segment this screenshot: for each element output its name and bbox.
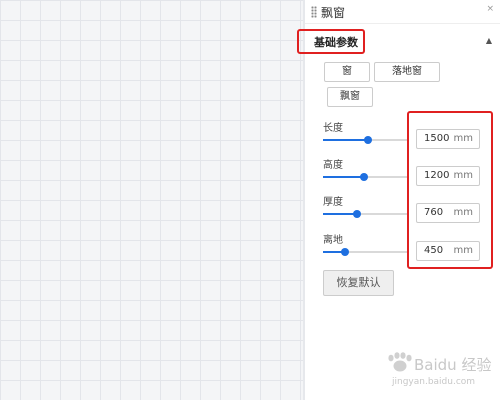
slider-fill <box>323 213 357 215</box>
thickness-unit: mm <box>453 207 473 218</box>
window-type-button-floor-window[interactable]: 落地窗 <box>374 62 440 82</box>
close-icon[interactable]: × <box>486 4 494 14</box>
paw-logo-icon <box>388 352 412 372</box>
caret-up-icon[interactable]: ▲ <box>486 36 492 45</box>
slider-thumb[interactable] <box>364 136 372 144</box>
watermark-text: Baidu 经验 <box>414 356 492 374</box>
window-type-button-window[interactable]: 窗 <box>324 62 370 82</box>
ground-clearance-input[interactable]: 450 mm <box>416 241 480 261</box>
param-label-height: 高度 <box>323 160 343 171</box>
param-label-ground-clearance: 离地 <box>323 235 343 246</box>
ground-clearance-unit: mm <box>453 245 473 256</box>
slider-thumb[interactable] <box>341 248 349 256</box>
thickness-input[interactable]: 760 mm <box>416 203 480 223</box>
reset-default-button[interactable]: 恢复默认 <box>323 270 394 296</box>
slider-fill <box>323 176 364 178</box>
height-unit: mm <box>453 170 473 181</box>
ground-clearance-slider[interactable] <box>323 248 409 256</box>
drag-handle-icon[interactable] <box>311 6 317 18</box>
slider-fill <box>323 139 368 141</box>
properties-panel: 飘窗 × 基础参数 ▲ 窗 落地窗 飘窗 长度 1500 mm 高度 1200 … <box>305 0 500 400</box>
design-canvas[interactable] <box>0 0 303 400</box>
panel-title: 飘窗 <box>321 6 346 20</box>
length-slider[interactable] <box>323 136 409 144</box>
section-title[interactable]: 基础参数 <box>314 34 358 50</box>
ground-clearance-value: 450 <box>424 245 444 256</box>
slider-thumb[interactable] <box>360 173 368 181</box>
length-value: 1500 <box>424 133 450 144</box>
thickness-value: 760 <box>424 207 444 218</box>
watermark-url: jingyan.baidu.com <box>392 377 476 387</box>
length-input[interactable]: 1500 mm <box>416 129 480 149</box>
param-label-length: 长度 <box>323 123 343 134</box>
height-slider[interactable] <box>323 173 409 181</box>
panel-header: 飘窗 × <box>305 0 500 24</box>
height-value: 1200 <box>424 170 450 181</box>
height-input[interactable]: 1200 mm <box>416 166 480 186</box>
thickness-slider[interactable] <box>323 210 409 218</box>
length-unit: mm <box>453 133 473 144</box>
param-label-thickness: 厚度 <box>323 197 343 208</box>
slider-thumb[interactable] <box>353 210 361 218</box>
window-type-button-bay-window[interactable]: 飘窗 <box>327 87 373 107</box>
